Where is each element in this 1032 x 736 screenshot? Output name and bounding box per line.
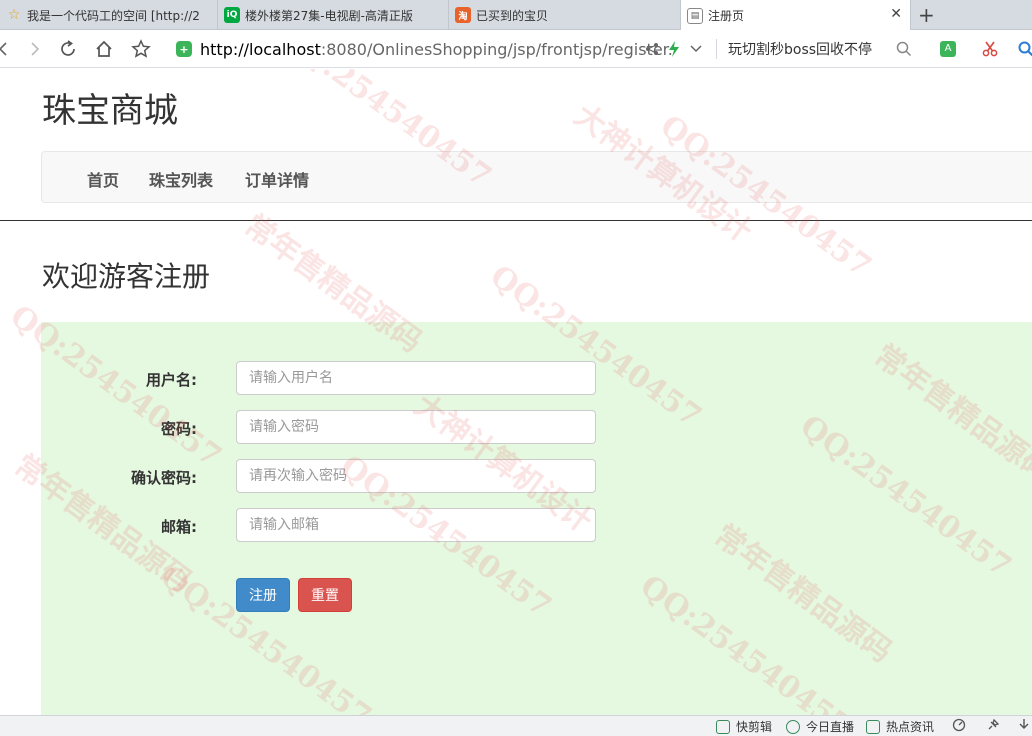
home-icon[interactable]	[92, 37, 116, 61]
url-path: :8080/OnlinesShopping/jsp/frontjsp/regis…	[320, 39, 673, 59]
status-label: 快剪辑	[736, 720, 773, 734]
email-input[interactable]	[236, 508, 596, 542]
status-label: 今日直播	[806, 720, 855, 734]
register-heading: 欢迎游客注册	[42, 260, 211, 293]
page-icon: ▤	[687, 7, 703, 24]
download-icon[interactable]	[1018, 718, 1030, 732]
new-tab-icon[interactable]: +	[918, 3, 935, 27]
taobao-icon: 淘	[455, 7, 471, 23]
refresh-icon[interactable]	[56, 37, 80, 61]
nav-jewelry-list[interactable]: 珠宝列表	[149, 167, 213, 191]
page-content: 珠宝商城 首页 珠宝列表 订单详情 欢迎游客注册 用户名: 密码: 确认密码: …	[0, 69, 1032, 715]
url-field[interactable]: + http://localhost:8080/OnlinesShopping/…	[176, 35, 710, 63]
password-input[interactable]	[236, 410, 596, 444]
nav-order-details[interactable]: 订单详情	[245, 167, 309, 191]
status-live[interactable]: 今日直播	[786, 718, 854, 735]
tab-title: 楼外楼第27集-电视剧-高清正版	[245, 8, 413, 23]
tab-title: 我是一个代码工的空间 [http://2	[27, 8, 200, 23]
search-blue-icon[interactable]	[1014, 37, 1032, 61]
secure-shield-icon: +	[176, 41, 192, 57]
browser-tab-3[interactable]: 淘 已买到的宝贝	[449, 0, 681, 30]
browser-tab-1[interactable]: ☆ 我是一个代码工的空间 [http://2	[0, 0, 218, 30]
reset-button[interactable]: 重置	[298, 578, 352, 612]
pin-icon[interactable]	[986, 718, 1000, 732]
confirm-password-label: 确认密码:	[131, 469, 197, 487]
bookmark-star-icon[interactable]	[129, 37, 153, 61]
iqiyi-icon: iQ	[224, 7, 240, 23]
back-icon[interactable]	[0, 37, 16, 61]
tab-title: 注册页	[708, 9, 745, 23]
status-label: 热点资讯	[886, 720, 935, 734]
status-quick-edit[interactable]: 快剪辑	[716, 718, 772, 735]
password-label: 密码:	[161, 420, 197, 438]
share-icon[interactable]	[640, 37, 664, 61]
username-input[interactable]	[236, 361, 596, 395]
translate-icon[interactable]: A	[936, 37, 960, 61]
video-edit-icon	[716, 719, 730, 734]
url-host: http://localhost	[200, 39, 321, 59]
divider	[716, 39, 717, 59]
chevron-down-icon[interactable]	[684, 37, 708, 61]
search-icon[interactable]	[892, 37, 916, 61]
browser-tab-2[interactable]: iQ 楼外楼第27集-电视剧-高清正版	[218, 0, 449, 30]
username-label: 用户名:	[146, 371, 197, 389]
main-navbar: 首页 珠宝列表 订单详情	[41, 151, 1032, 203]
search-suggestion[interactable]: 玩切割秒boss回收不停	[728, 39, 872, 59]
register-button[interactable]: 注册	[236, 578, 290, 612]
confirm-password-input[interactable]	[236, 459, 596, 493]
tab-title: 已买到的宝贝	[476, 8, 549, 23]
lightning-icon[interactable]	[662, 37, 686, 61]
close-icon[interactable]: ✕	[890, 6, 902, 22]
nav-home[interactable]: 首页	[87, 167, 119, 191]
header-divider	[0, 220, 1032, 221]
browser-tab-4[interactable]: ▤ 注册页 ✕	[681, 0, 911, 31]
register-form: 用户名: 密码: 确认密码: 邮箱: 注册 重置	[41, 322, 1032, 715]
scissors-icon[interactable]	[978, 37, 1002, 61]
browser-tab-bar: ☆ 我是一个代码工的空间 [http://2 iQ 楼外楼第27集-电视剧-高清…	[0, 0, 1032, 31]
email-label: 邮箱:	[161, 518, 197, 536]
play-icon	[786, 719, 800, 734]
star-icon: ☆	[7, 7, 21, 23]
speed-icon[interactable]	[952, 718, 966, 732]
site-title: 珠宝商城	[42, 91, 178, 131]
browser-status-bar: 快剪辑 今日直播 热点资讯	[0, 715, 1032, 736]
news-icon	[866, 719, 880, 734]
status-news[interactable]: 热点资讯	[866, 718, 934, 735]
address-bar: + http://localhost:8080/OnlinesShopping/…	[0, 30, 1032, 68]
forward-icon[interactable]	[22, 37, 46, 61]
